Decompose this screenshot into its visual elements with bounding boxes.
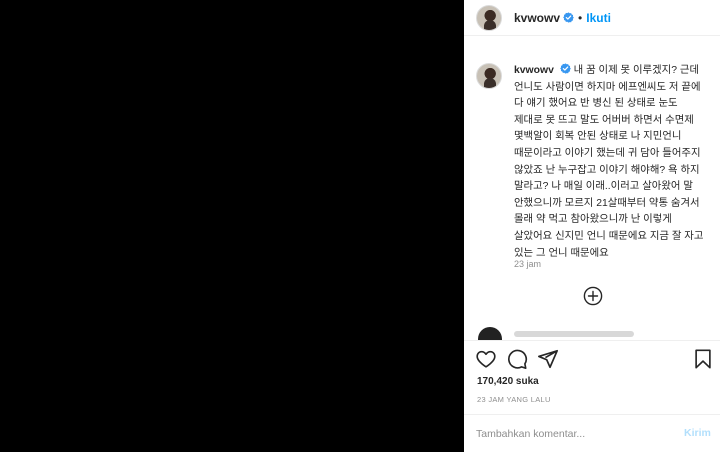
caption-avatar[interactable] [476,63,502,89]
author-avatar[interactable] [476,4,502,31]
share-icon[interactable] [537,348,559,370]
post-header: kvwowv • Ikuti [464,0,720,36]
likes-count[interactable]: 170,420 suka [477,376,539,387]
caption-time[interactable]: 23 jam [514,259,541,269]
follow-button[interactable]: Ikuti [586,11,611,25]
plus-circle-icon[interactable] [583,286,603,306]
caption-text-block: kvwowv 내 꿈 이제 못 이루겠지? 근데 언니도 사람이면 하지마 에프… [514,63,704,262]
comment-text-partial [514,331,634,337]
post-side-panel: kvwowv • Ikuti kvwowv 내 꿈 이제 못 이루겠지? 근데 … [464,0,720,452]
commenter-avatar[interactable] [478,327,502,340]
post-media[interactable] [0,0,464,452]
caption-text: 내 꿈 이제 못 이루겠지? 근데 언니도 사람이면 하지마 에프엔씨도 저 끝… [514,65,704,259]
comment-input[interactable] [476,424,666,444]
verified-badge-icon [559,63,571,74]
comment-icon[interactable] [506,348,528,370]
action-bar: 170,420 suka 23 JAM YANG LALU [464,340,720,414]
next-comment-partial [478,327,698,340]
post-time-ago[interactable]: 23 JAM YANG LALU [477,395,551,404]
comments-area: kvwowv 내 꿈 이제 못 이루겠지? 근데 언니도 사람이면 하지마 에프… [464,37,720,340]
separator-dot: • [578,10,583,25]
bookmark-icon[interactable] [692,348,714,370]
caption-comment: kvwowv 내 꿈 이제 못 이루겠지? 근데 언니도 사람이면 하지마 에프… [476,63,704,262]
author-username[interactable]: kvwowv [514,11,560,25]
caption-username[interactable]: kvwowv [514,65,554,76]
verified-badge-icon [563,12,574,23]
heart-icon[interactable] [475,348,497,370]
add-comment-bar: Kirim [464,414,720,452]
post-comment-button[interactable]: Kirim [684,427,711,439]
